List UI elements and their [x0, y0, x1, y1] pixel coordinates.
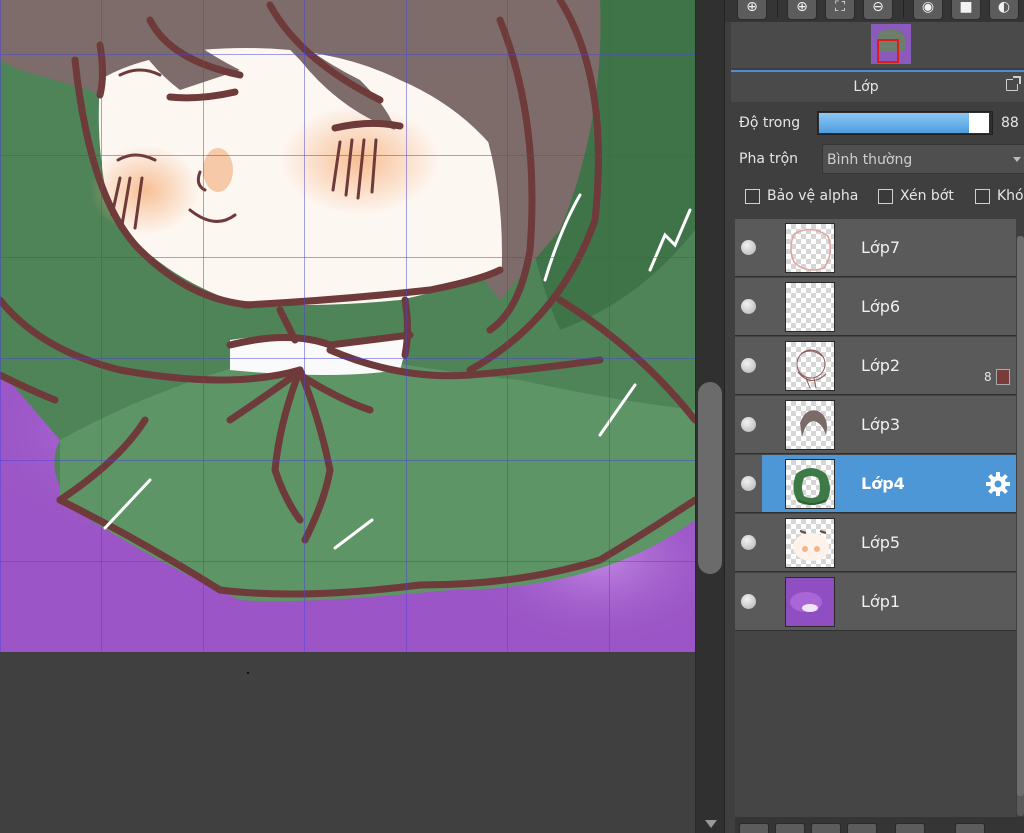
layer-row-lop7[interactable]: Lớp7	[735, 219, 1016, 277]
fit-screen-icon[interactable]: ⛶	[825, 0, 855, 20]
clear-layer-button[interactable]	[895, 823, 925, 833]
clipping-checkbox[interactable]: Xén bớt	[878, 188, 954, 204]
layer-name: Lớp3	[861, 415, 901, 434]
canvas-vertical-scrollbar[interactable]	[695, 0, 725, 833]
layer-row-lop4[interactable]: Lớp4	[735, 455, 1016, 513]
checkbox-label: Bảo vệ alpha	[767, 188, 859, 204]
rotate-icon[interactable]: ◉	[913, 0, 943, 20]
blend-mode-label: Pha trộn	[739, 151, 799, 167]
canvas-dot	[247, 672, 249, 674]
layer-actions-toolbar	[735, 817, 1024, 833]
checkbox-box[interactable]	[745, 188, 760, 204]
layer-thumbnail	[785, 282, 835, 332]
view-toolbar: ⊕ ⊕ ⛶ ⊖ ◉ ■ ◐	[725, 0, 1024, 22]
layer-row-lop1[interactable]: Lớp1	[735, 573, 1016, 631]
layer-name: Lớp7	[861, 238, 901, 257]
layer-thumbnail	[785, 518, 835, 568]
layer-thumbnail	[785, 400, 835, 450]
visibility-icon[interactable]	[741, 358, 756, 373]
layer-name: Lớp4	[861, 474, 905, 493]
visibility-icon[interactable]	[741, 535, 756, 550]
layer-name: Lớp6	[861, 297, 901, 316]
zoom-out-icon[interactable]: ⊖	[863, 0, 893, 20]
opacity-slider-handle[interactable]	[969, 113, 989, 133]
layer-panel-header: Lớp	[731, 70, 1024, 102]
layer-name: Lớp1	[861, 592, 901, 611]
panel-title: Lớp	[853, 79, 879, 95]
blend-mode-value: Bình thường	[827, 152, 913, 168]
popout-icon[interactable]	[1006, 76, 1021, 91]
delete-layer-button[interactable]	[955, 823, 985, 833]
layer-panel: ⊕ ⊕ ⛶ ⊖ ◉ ■ ◐ Lớp Độ trong 88 Pha trộn B…	[725, 0, 1024, 833]
duplicate-layer-button[interactable]	[811, 823, 841, 833]
checkbox-label: Xén bớt	[900, 188, 954, 204]
drawing-canvas[interactable]	[0, 0, 695, 833]
opacity-slider-fill	[819, 113, 970, 133]
new-layer-folder-button[interactable]	[775, 823, 805, 833]
chevron-down-icon	[1013, 157, 1021, 162]
layer-list: Lớp7 Lớp6 Lớp2 8 Lớp3 Lớp4 Lớp5 Lớp1	[735, 219, 1016, 817]
visibility-icon[interactable]	[741, 299, 756, 314]
zoom-in-plus-icon[interactable]: ⊕	[787, 0, 817, 20]
checkbox-label: Khó	[997, 188, 1024, 204]
checkbox-box[interactable]	[878, 188, 893, 204]
gear-icon[interactable]	[984, 470, 1012, 498]
lock-checkbox[interactable]: Khó	[975, 188, 1024, 204]
layer-thumbnail	[785, 459, 835, 509]
visibility-icon[interactable]	[741, 417, 756, 432]
layer-name: Lớp2	[861, 356, 901, 375]
merge-layer-button[interactable]	[847, 823, 877, 833]
layer-row-lop5[interactable]: Lớp5	[735, 514, 1016, 572]
layer-color-swatch[interactable]	[996, 369, 1010, 385]
visibility-icon[interactable]	[741, 240, 756, 255]
opacity-label: Độ trong	[739, 115, 801, 131]
layer-thumbnail	[785, 341, 835, 391]
artwork[interactable]	[0, 0, 695, 652]
scrollbar-thumb[interactable]	[698, 382, 722, 574]
viewport-frame[interactable]	[877, 39, 899, 63]
zoom-in-icon[interactable]: ⊕	[737, 0, 767, 20]
checkbox-box[interactable]	[975, 188, 990, 204]
navigator-preview[interactable]	[731, 22, 1024, 68]
flip-icon[interactable]: ■	[951, 0, 981, 20]
opacity-slider[interactable]	[817, 111, 993, 135]
clip-count: 8	[984, 370, 992, 384]
layer-list-scrollbar[interactable]	[1017, 236, 1024, 816]
layer-thumbnail	[785, 223, 835, 273]
navigator-thumbnail[interactable]	[871, 24, 911, 64]
visibility-icon[interactable]	[741, 594, 756, 609]
scroll-down-arrow-icon[interactable]	[705, 820, 717, 828]
layer-row-lop3[interactable]: Lớp3	[735, 396, 1016, 454]
blend-mode-select[interactable]: Bình thường	[822, 144, 1024, 174]
scrollbar-thumb[interactable]	[1017, 236, 1024, 796]
layer-row-lop2[interactable]: Lớp2 8	[735, 337, 1016, 395]
toolbar-divider	[777, 0, 778, 18]
new-layer-button[interactable]	[739, 823, 769, 833]
protect-alpha-checkbox[interactable]: Bảo vệ alpha	[745, 188, 858, 204]
layer-name: Lớp5	[861, 533, 901, 552]
opacity-value[interactable]: 88	[1001, 115, 1019, 131]
layer-thumbnail	[785, 577, 835, 627]
reset-icon[interactable]: ◐	[989, 0, 1019, 20]
layer-row-lop6[interactable]: Lớp6	[735, 278, 1016, 336]
visibility-icon[interactable]	[741, 476, 756, 491]
toolbar-divider	[903, 0, 904, 18]
